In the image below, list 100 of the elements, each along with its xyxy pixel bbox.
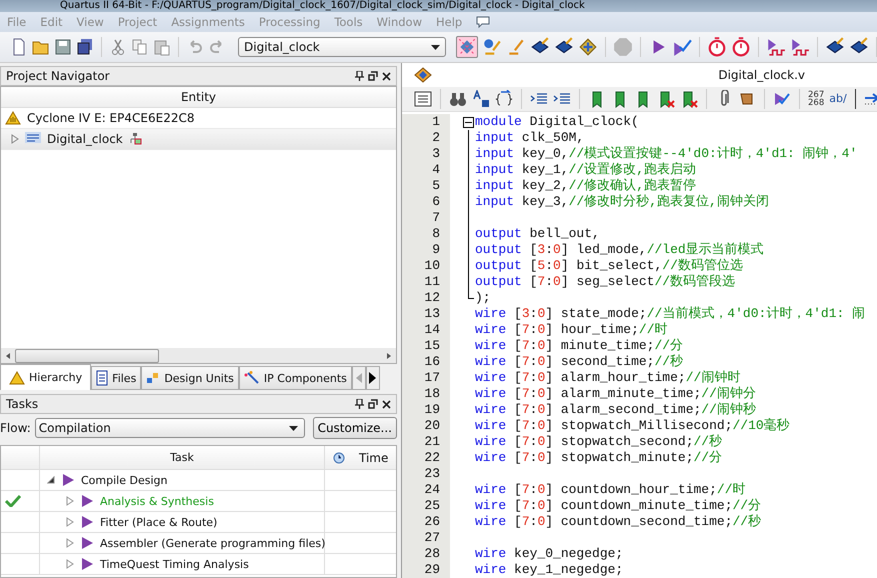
line-number: 25 [402, 498, 450, 514]
restore-icon[interactable] [368, 399, 378, 409]
find-replace-icon[interactable] [472, 90, 490, 108]
line-number: 13 [402, 306, 450, 322]
code-line: wire [7:0] stopwatch_second;//秒 [475, 434, 722, 450]
cut-icon[interactable] [109, 38, 127, 56]
code-line: wire [7:0] countdown_minute_time;//分 [475, 498, 762, 514]
window-title: Quartus II 64-Bit - F:/QUARTUS_program/Digital_clock_1607/Digital_clock_sim/Digital_clock - Digital_clock [60, 0, 585, 12]
document-icon [96, 370, 108, 386]
pin-icon[interactable] [355, 71, 364, 81]
code-line: wire [7:0] minute_time;//分 [475, 338, 684, 354]
code-line: wire [3:0] state_mode;//当前模式，4'd0:计时，4'd1: 闹 [475, 306, 866, 322]
play-icon [81, 516, 93, 528]
code-line: wire key_0_negedge; [475, 546, 624, 562]
paste-icon[interactable] [153, 38, 171, 56]
line-number: 9 [402, 242, 450, 258]
code-line: input key_3,//修改时分秒,跑表复位,闹钟关闭 [475, 194, 769, 210]
task-item[interactable]: Assembler (Generate programming files) [40, 533, 325, 553]
task-item[interactable]: Compile Design [40, 470, 325, 490]
line-numbers-button[interactable]: 267 268 [808, 91, 824, 107]
tab[interactable]: Files [91, 366, 142, 390]
column-header: Time [359, 450, 388, 464]
line-number: 11 [402, 274, 450, 290]
line-number: 5 [402, 178, 450, 194]
code-line: output [5:0] bit_select,//数码管位选 [475, 258, 743, 274]
close-icon[interactable] [382, 400, 391, 408]
line-number: 15 [402, 338, 450, 354]
code-line: wire [7:0] countdown_hour_time;//时 [475, 482, 746, 498]
save-icon[interactable] [54, 38, 72, 56]
play-icon [81, 495, 93, 507]
task-item[interactable]: Analysis & Synthesis [40, 491, 325, 511]
expand-arrow-icon[interactable] [47, 476, 55, 484]
stopwatch-icon[interactable] [707, 37, 727, 57]
caret-icon [288, 426, 298, 430]
tab[interactable]: Hierarchy [0, 364, 92, 390]
waveform-icon[interactable] [790, 37, 810, 57]
save-all-icon[interactable] [76, 38, 94, 56]
flow-dropdown[interactable]: Compilation [34, 418, 305, 438]
line-number: 18 [402, 386, 450, 402]
tab[interactable]: Design Units [141, 366, 239, 390]
flow-label: Flow: [0, 421, 31, 435]
copy-icon[interactable] [131, 38, 149, 56]
code-line: input key_0,//模式设置按键--4'd0:计时，4'd1: 闹钟，4' [475, 146, 858, 162]
line-number: 28 [402, 546, 450, 562]
check-icon[interactable] [773, 90, 791, 108]
scroll-left-arrow[interactable] [6, 352, 10, 358]
close-icon[interactable] [382, 72, 391, 80]
code-line: output bell_out, [475, 226, 600, 242]
revision-dropdown[interactable]: Digital_clock [238, 37, 446, 57]
word-wrap-button[interactable]: ab/ [829, 95, 847, 103]
code-line: wire [7:0] stopwatch_minute;//分 [475, 450, 722, 466]
tab[interactable]: IP Components [238, 366, 352, 390]
line-number: 17 [402, 370, 450, 386]
play-check-icon[interactable] [672, 37, 692, 57]
line-number: 22 [402, 450, 450, 466]
panel-title: Tasks [6, 397, 38, 411]
line-number: 21 [402, 434, 450, 450]
waveform-icon[interactable] [766, 37, 786, 57]
code-line: output [7:0] seg_select//数码管段选 [475, 274, 736, 290]
collapse-icon[interactable] [463, 117, 474, 128]
line-number: 29 [402, 562, 450, 578]
chip-grid-icon[interactable] [578, 37, 598, 57]
line-number: 20 [402, 418, 450, 434]
clock-icon [333, 452, 345, 464]
task-item[interactable]: TimeQuest Timing Analysis [40, 554, 325, 574]
line-number: 1 [402, 114, 450, 130]
horizontal-scrollbar[interactable] [1, 348, 396, 363]
code-line: input clk_50M, [475, 130, 584, 146]
line-number: 10 [402, 258, 450, 274]
line-number: 16 [402, 354, 450, 370]
scroll-right-arrow[interactable] [387, 352, 391, 358]
binoculars-icon[interactable] [449, 90, 467, 108]
code-line: wire [7:0] hour_time;//时 [475, 322, 668, 338]
hierarchy-icon [128, 133, 142, 145]
tree-item[interactable]: Digital_clock [1, 129, 396, 150]
pin-icon[interactable] [355, 399, 364, 409]
line-number: 4 [402, 162, 450, 178]
pin-pencil-icon[interactable] [482, 37, 502, 57]
braces-icon[interactable] [495, 90, 513, 108]
line-number: 2 [402, 130, 450, 146]
stopwatch-icon[interactable] [731, 37, 751, 57]
column-header: Task [170, 451, 194, 464]
line-number: 14 [402, 322, 450, 338]
code-line: wire key_1_negedge; [475, 562, 624, 578]
caret-icon [431, 44, 440, 50]
task-item[interactable]: Fitter (Place & Route) [40, 512, 325, 532]
code-line: input key_2,//修改确认,跑表暂停 [475, 178, 696, 194]
line-number: 12 [402, 290, 450, 306]
play-icon [81, 558, 93, 570]
comment-icon[interactable] [476, 16, 490, 28]
restore-icon[interactable] [368, 71, 378, 81]
line-number: 6 [402, 194, 450, 210]
editor-tab-title[interactable]: Digital_clock.v [718, 68, 805, 82]
line-number: 27 [402, 530, 450, 546]
customize-button[interactable]: Customize... [312, 417, 397, 439]
line-number: 19 [402, 402, 450, 418]
code-line: wire [7:0] alarm_hour_time;//闹钟时 [475, 370, 740, 386]
blocks-icon [146, 372, 160, 384]
list-icon[interactable] [414, 90, 432, 108]
column-header: Entity [180, 90, 216, 104]
